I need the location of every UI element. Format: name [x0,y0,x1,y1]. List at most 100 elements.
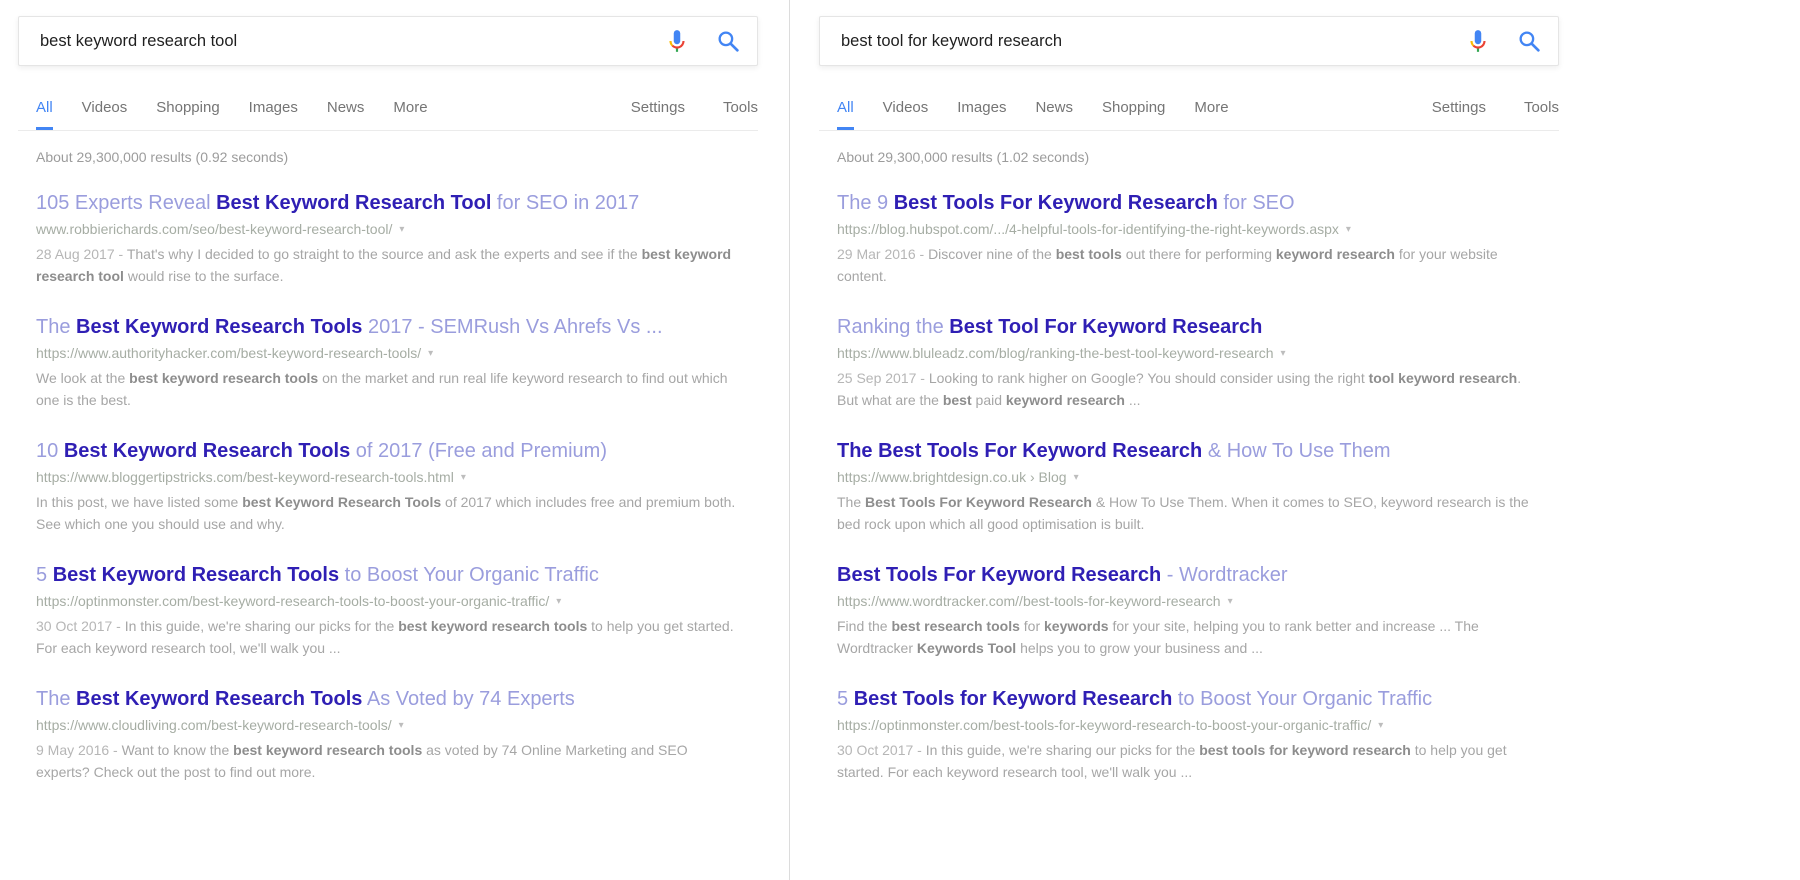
result-url: https://www.cloudliving.com/best-keyword… [36,716,738,735]
result-title-segment: & How To Use Them [1202,440,1390,462]
search-icon[interactable] [1517,29,1542,54]
serp-panel-left: All Videos Shopping Images News More Settings… [0,0,789,880]
tab-videos[interactable]: Videos [82,99,128,130]
snippet-segment: keyword research [1276,246,1395,262]
result-title-segment: Best Tools For Keyword Research [894,192,1218,214]
results-list: The 9 Best Tools For Keyword Research fo… [837,190,1539,783]
snippet-segment: best research tools [891,618,1019,634]
search-icon[interactable] [716,29,741,54]
result-snippet: 9 May 2016 - Want to know the best keywo… [36,739,738,783]
result-title-segment: 10 [36,440,64,462]
url-dropdown-icon[interactable]: ▾ [428,344,433,363]
snippet-segment: best tools [1056,246,1122,262]
url-dropdown-icon[interactable]: ▾ [1346,220,1351,239]
result-title-link[interactable]: The Best Keyword Research Tools 2017 - S… [36,316,663,338]
url-dropdown-icon[interactable]: ▾ [1228,592,1233,611]
result-url: https://www.brightdesign.co.uk › Blog▾ [837,468,1539,487]
result-title-segment: 5 [36,564,53,586]
search-input[interactable] [38,31,664,52]
tab-images[interactable]: Images [957,99,1006,130]
tab-news[interactable]: News [327,99,365,130]
result-title-link[interactable]: Best Tools For Keyword Research - Wordtr… [837,564,1288,586]
tab-more[interactable]: More [1194,99,1228,130]
snippet-segment: Looking to rank higher on Google? You sh… [929,370,1369,386]
results-stats: About 29,300,000 results (1.02 seconds) [837,149,1800,165]
snippet-date: 30 Oct 2017 - [36,618,125,634]
result-title-link[interactable]: The Best Keyword Research Tools As Voted… [36,688,575,710]
result-url-text: https://optinmonster.com/best-tools-for-… [837,716,1371,735]
result-title-segment: - Wordtracker [1161,564,1287,586]
result-title-link[interactable]: The Best Tools For Keyword Research & Ho… [837,440,1391,462]
snippet-segment: We look at the [36,370,129,386]
result-url: www.robbierichards.com/seo/best-keyword-… [36,220,738,239]
result-snippet: 30 Oct 2017 - In this guide, we're shari… [36,615,738,659]
menu-tools[interactable]: Tools [1524,99,1559,130]
result-title-segment: The 9 [837,192,894,214]
tab-videos[interactable]: Videos [883,99,929,130]
menu-settings[interactable]: Settings [1432,99,1486,130]
snippet-date: 29 Mar 2016 - [837,246,928,262]
tab-all[interactable]: All [837,99,854,130]
url-dropdown-icon[interactable]: ▾ [399,220,404,239]
tab-all[interactable]: All [36,99,53,130]
result-snippet: 28 Aug 2017 - That's why I decided to go… [36,243,738,287]
search-box[interactable] [18,16,758,66]
result-url: https://www.wordtracker.com//best-tools-… [837,592,1539,611]
mic-icon[interactable] [664,28,690,54]
snippet-segment: best [943,392,972,408]
search-result: The Best Keyword Research Tools 2017 - S… [36,314,738,411]
url-dropdown-icon[interactable]: ▾ [399,716,404,735]
tab-more[interactable]: More [393,99,427,130]
result-snippet: The Best Tools For Keyword Research & Ho… [837,491,1539,535]
tab-shopping[interactable]: Shopping [156,99,219,130]
snippet-segment: for [1020,618,1044,634]
result-url: https://www.bluleadz.com/blog/ranking-th… [837,344,1539,363]
menu-settings[interactable]: Settings [631,99,685,130]
result-snippet: Find the best research tools for keyword… [837,615,1539,659]
result-type-tabs: All Videos Shopping Images News More [36,99,428,130]
result-title-link[interactable]: Ranking the Best Tool For Keyword Resear… [837,316,1262,338]
snippet-date: 25 Sep 2017 - [837,370,929,386]
result-title-link[interactable]: The 9 Best Tools For Keyword Research fo… [837,192,1295,214]
search-result: 5 Best Tools for Keyword Research to Boo… [837,686,1539,783]
url-dropdown-icon[interactable]: ▾ [1281,344,1286,363]
tab-news[interactable]: News [1035,99,1073,130]
result-title-link[interactable]: 105 Experts Reveal Best Keyword Research… [36,192,639,214]
tab-shopping[interactable]: Shopping [1102,99,1165,130]
snippet-segment: ... [1125,392,1141,408]
snippet-segment: Best Tools For Keyword Research [865,494,1092,510]
url-dropdown-icon[interactable]: ▾ [1378,716,1383,735]
result-title-segment: for SEO in 2017 [491,192,639,214]
menu-tools[interactable]: Tools [723,99,758,130]
results-stats: About 29,300,000 results (0.92 seconds) [36,149,789,165]
result-title-segment: 5 [837,688,854,710]
result-title-link[interactable]: 10 Best Keyword Research Tools of 2017 (… [36,440,607,462]
tab-images[interactable]: Images [249,99,298,130]
snippet-segment: In this post, we have listed some [36,494,242,510]
snippet-segment: Keywords Tool [917,640,1016,656]
snippet-segment: best keyword research tools [398,618,587,634]
mic-icon[interactable] [1465,28,1491,54]
search-box[interactable] [819,16,1559,66]
result-title-link[interactable]: 5 Best Keyword Research Tools to Boost Y… [36,564,599,586]
result-title-link[interactable]: 5 Best Tools for Keyword Research to Boo… [837,688,1432,710]
result-url-text: https://blog.hubspot.com/.../4-helpful-t… [837,220,1339,239]
search-input[interactable] [839,31,1465,52]
result-url: https://www.bloggertipstricks.com/best-k… [36,468,738,487]
result-url: https://blog.hubspot.com/.../4-helpful-t… [837,220,1539,239]
snippet-segment: best keyword research tools [129,370,318,386]
search-result: The Best Tools For Keyword Research & Ho… [837,438,1539,535]
result-url-text: https://www.bloggertipstricks.com/best-k… [36,468,454,487]
result-title-segment: The Best Tools For Keyword Research [837,440,1202,462]
snippet-segment: Want to know the [122,742,234,758]
url-dropdown-icon[interactable]: ▾ [461,468,466,487]
tabs-row: All Videos Shopping Images News More Settings… [18,66,758,131]
result-title-segment: The [36,688,76,710]
snippet-segment: In this guide, we're sharing our picks f… [926,742,1199,758]
result-title-segment: Best Keyword Research Tools [76,316,362,338]
result-title-segment: Best Tool For Keyword Research [949,316,1262,338]
url-dropdown-icon[interactable]: ▾ [1074,468,1079,487]
url-dropdown-icon[interactable]: ▾ [556,592,561,611]
result-snippet: We look at the best keyword research too… [36,367,738,411]
result-snippet: 30 Oct 2017 - In this guide, we're shari… [837,739,1539,783]
